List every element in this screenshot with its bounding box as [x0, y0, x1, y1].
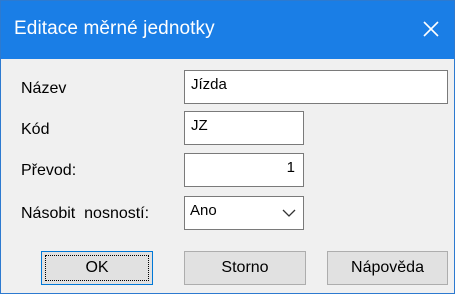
multiply-select-value: Ano	[190, 202, 217, 219]
title-bar[interactable]: Editace měrné jednotky	[1, 1, 454, 59]
window-title: Editace měrné jednotky	[14, 18, 215, 39]
help-button[interactable]: Nápověda	[327, 251, 448, 285]
dialog-window: Editace měrné jednotky Název Jízda Kód J…	[0, 0, 455, 294]
conversion-input-value: 1	[286, 159, 295, 176]
multiply-label: Násobit nosností:	[21, 205, 150, 222]
help-button-label: Nápověda	[351, 259, 424, 276]
cancel-button[interactable]: Storno	[184, 251, 306, 285]
cancel-button-label: Storno	[221, 259, 269, 276]
ok-button[interactable]: OK	[41, 251, 153, 285]
chevron-down-icon	[282, 209, 296, 217]
code-input-value: JZ	[191, 117, 208, 134]
name-input-value: Jízda	[191, 76, 227, 93]
close-button[interactable]	[408, 1, 454, 59]
close-icon	[423, 21, 439, 37]
conversion-label: Převod:	[21, 162, 77, 179]
focus-ring	[45, 255, 149, 281]
name-label: Název	[21, 80, 67, 97]
conversion-input[interactable]: 1	[184, 153, 304, 187]
name-input[interactable]: Jízda	[184, 70, 448, 104]
code-label: Kód	[21, 121, 50, 138]
multiply-select[interactable]: Ano	[184, 196, 304, 230]
code-input[interactable]: JZ	[184, 111, 304, 145]
